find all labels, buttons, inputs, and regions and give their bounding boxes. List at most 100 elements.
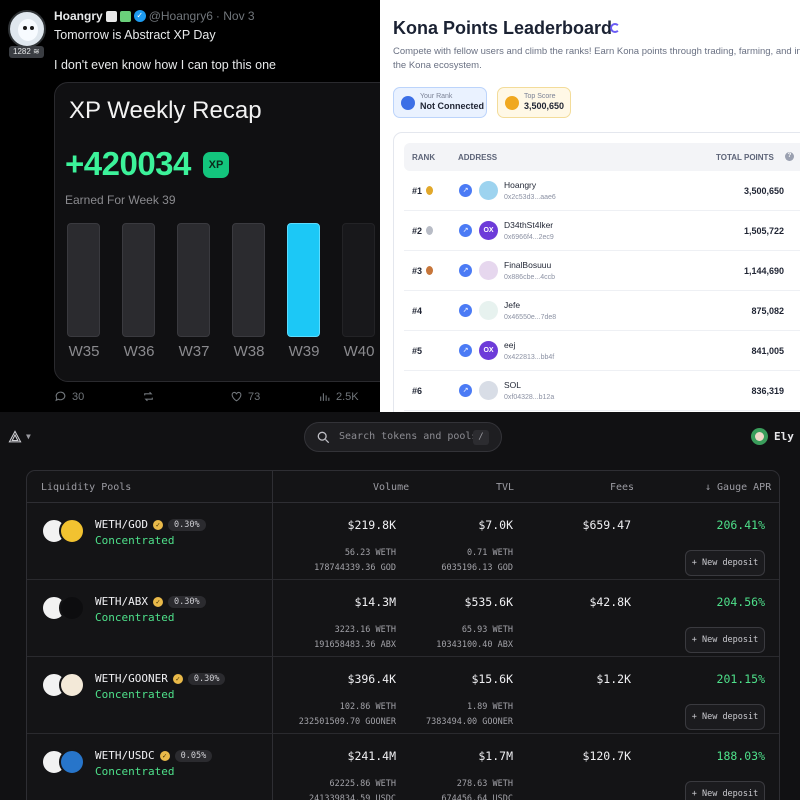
volume-token: 241339834.59 USDC — [309, 794, 396, 800]
tweet-date[interactable]: · Nov 3 — [216, 9, 255, 23]
repost-button[interactable] — [142, 390, 160, 403]
token-icon — [59, 518, 85, 544]
author-name[interactable]: Hoangry — [54, 9, 103, 23]
pool-type: Concentrated — [95, 611, 175, 624]
pool-pair[interactable]: WETH/GOD ✓ 0.30% — [95, 518, 206, 531]
week-bar — [67, 223, 100, 337]
table-row[interactable]: WETH/USDC ✓ 0.05% Concentrated $241.4M 62225.… — [27, 734, 779, 800]
link-icon[interactable]: ↗ — [459, 344, 472, 357]
table-row[interactable]: WETH/GOD ✓ 0.30% Concentrated $219.8K 56.23 W… — [27, 503, 779, 580]
row-name: eej — [504, 340, 516, 350]
avatar: OX — [479, 221, 498, 240]
table-row[interactable]: #3 ↗ FinalBosuuu 0x886cbe...4ccb 1,144,690 — [404, 251, 800, 291]
fee-badge: 0.30% — [167, 518, 206, 531]
new-deposit-button[interactable]: + New deposit — [685, 704, 765, 730]
medal-icon — [426, 266, 434, 275]
avatar: OX — [479, 341, 498, 360]
verified-icon: ✓ — [133, 10, 146, 22]
row-address[interactable]: 0x46550e...7de8 — [504, 314, 556, 321]
header-volume[interactable]: Volume — [373, 482, 409, 493]
table-row[interactable]: WETH/ABX ✓ 0.30% Concentrated $14.3M 3223.16 … — [27, 580, 779, 657]
repost-icon — [144, 391, 153, 402]
new-deposit-button[interactable]: + New deposit — [685, 781, 765, 800]
fees-value: $120.7K — [582, 749, 631, 763]
recap-amount: +420034 — [65, 145, 191, 182]
page-description: Compete with fellow users and climb the … — [393, 46, 800, 71]
user-menu[interactable]: Ely — [751, 428, 794, 445]
row-name: Hoangry — [504, 180, 537, 190]
liquidity-pools-panel: ▼ Search tokens and pools / Ely Liquidit… — [0, 412, 800, 800]
volume-value: $396.4K — [347, 672, 396, 686]
row-rank: #6 — [412, 386, 423, 396]
pool-pair[interactable]: WETH/GOONER ✓ 0.30% — [95, 672, 226, 685]
volume-token: 191658483.36 ABX — [314, 640, 396, 650]
fees-value: $1.2K — [596, 672, 631, 686]
week-bar — [177, 223, 210, 337]
reply-button[interactable]: 30 — [54, 390, 84, 403]
pool-pair[interactable]: WETH/ABX ✓ 0.30% — [95, 595, 206, 608]
avatar[interactable] — [8, 10, 46, 48]
token-icon — [59, 672, 85, 698]
xp-icon: XP — [203, 152, 229, 178]
pool-type: Concentrated — [95, 765, 175, 778]
link-icon[interactable]: ↗ — [459, 184, 472, 197]
table-row[interactable]: WETH/GOONER ✓ 0.30% Concentrated $396.4K 102.… — [27, 657, 779, 734]
tweet-text-line-2: I don't even know how I can top this one — [54, 58, 276, 72]
row-address[interactable]: 0x6966f4...2ec9 — [504, 234, 554, 241]
link-icon[interactable]: ↗ — [459, 304, 472, 317]
top-score-value: 3,500,650 — [524, 101, 565, 111]
row-address[interactable]: 0x886cbe...4ccb — [504, 274, 555, 281]
tvl-value: $15.6K — [471, 672, 513, 686]
row-address[interactable]: 0x2c53d3...aae6 — [504, 194, 556, 201]
new-deposit-button[interactable]: + New deposit — [685, 627, 765, 653]
tweet-header: Hoangry ✓ @Hoangry6 · Nov 3 — [54, 9, 255, 23]
medal-icon — [426, 226, 434, 235]
info-icon[interactable]: ? — [785, 152, 794, 161]
header-gauge-apr[interactable]: ↓ Gauge APR — [705, 482, 771, 493]
gauge-apr-value: 206.41% — [716, 518, 765, 532]
week-label: W38 — [233, 343, 265, 360]
chevron-down-icon[interactable]: ▼ — [26, 432, 31, 441]
search-shortcut: / — [473, 430, 489, 445]
refresh-icon[interactable] — [610, 23, 620, 33]
header-total-points: TOTAL POINTS — [716, 153, 774, 162]
table-row[interactable]: #1 ↗ Hoangry 0x2c53d3...aae6 3,500,650 — [404, 171, 800, 211]
row-rank: #1 — [412, 186, 434, 196]
table-row[interactable]: #2 ↗ OX D34thSt4lker 0x6966f4...2ec9 1,505,72… — [404, 211, 800, 251]
link-icon[interactable]: ↗ — [459, 264, 472, 277]
pool-pair[interactable]: WETH/USDC ✓ 0.05% — [95, 749, 213, 762]
app-logo-icon[interactable] — [8, 430, 22, 444]
kona-leaderboard-panel: Kona Points Leaderboard Compete with fel… — [380, 0, 800, 412]
views-button[interactable]: 2.5K — [318, 390, 359, 403]
new-deposit-button[interactable]: + New deposit — [685, 550, 765, 576]
table-header: Liquidity Pools Volume TVL Fees ↓ Gauge … — [27, 471, 779, 503]
row-rank: #5 — [412, 346, 423, 356]
link-icon[interactable]: ↗ — [459, 224, 472, 237]
header-tvl[interactable]: TVL — [496, 482, 514, 493]
link-icon[interactable]: ↗ — [459, 384, 472, 397]
your-rank-label: Your Rank — [420, 93, 453, 100]
header-fees[interactable]: Fees — [610, 482, 634, 493]
row-address[interactable]: 0x422813...bb4f — [504, 354, 554, 361]
author-handle[interactable]: @Hoangry6 — [149, 9, 213, 23]
table-row[interactable]: #5 ↗ OX eej 0x422813...bb4f 841,005 — [404, 331, 800, 371]
week-label: W40 — [343, 343, 375, 360]
table-row[interactable]: #4 ↗ Jefe 0x46550e...7de8 875,082 — [404, 291, 800, 331]
avatar — [479, 261, 498, 280]
table-row[interactable]: #6 ↗ SOL 0xf04328...b12a 836,319 — [404, 371, 800, 411]
pool-type: Concentrated — [95, 534, 175, 547]
leaderboard-table: RANK ADDRESS TOTAL POINTS ? #1 ↗ Hoangry 0x… — [393, 132, 800, 412]
follower-badge: 1282 ≋ — [9, 46, 44, 58]
header-rank: RANK — [412, 153, 436, 162]
fees-value: $42.8K — [589, 595, 631, 609]
search-input[interactable]: Search tokens and pools / — [304, 422, 502, 452]
page-title: Kona Points Leaderboard — [393, 18, 613, 38]
sparkle-icon — [119, 10, 131, 22]
like-button[interactable]: 73 — [230, 390, 260, 403]
row-name: Jefe — [504, 300, 521, 310]
week-label: W37 — [178, 343, 210, 360]
xp-recap-image[interactable]: XP Weekly Recap +420034 XP Earned For We… — [54, 82, 380, 382]
volume-value: $241.4M — [347, 749, 396, 763]
fee-badge: 0.30% — [167, 595, 206, 608]
row-address[interactable]: 0xf04328...b12a — [504, 394, 554, 401]
